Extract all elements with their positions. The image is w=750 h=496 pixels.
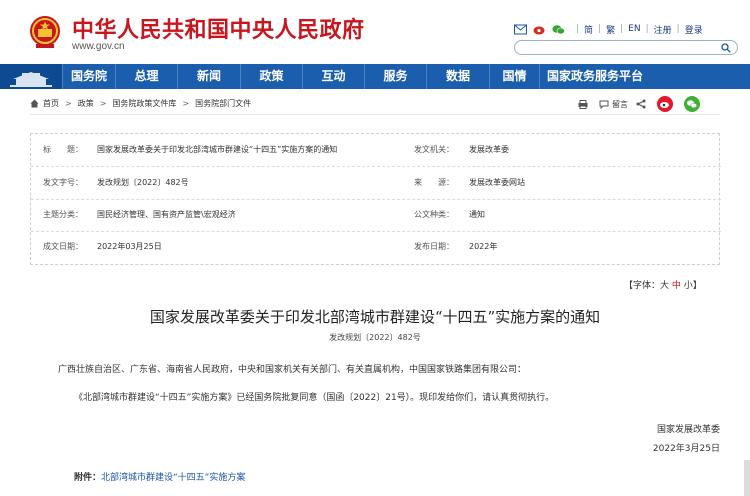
wechat-share-icon bbox=[684, 96, 700, 112]
weibo-share-button[interactable] bbox=[657, 96, 676, 112]
info-row-divider bbox=[31, 166, 721, 167]
doc-no-value: 发改规划〔2022〕482号 bbox=[97, 178, 189, 187]
font-size-large[interactable]: 大 bbox=[660, 281, 669, 291]
comment-button[interactable]: 留言 bbox=[599, 99, 628, 110]
comment-label: 留言 bbox=[612, 99, 628, 109]
nav-item-policy[interactable]: 政策 bbox=[240, 64, 302, 89]
link-english[interactable]: EN bbox=[628, 24, 640, 34]
topic-value: 国民经济管理、国有资产监管\宏观经济 bbox=[97, 210, 236, 219]
issuer-label: 发文机关： bbox=[414, 145, 454, 154]
search-icon[interactable] bbox=[721, 43, 731, 53]
link-simplified[interactable]: 简 bbox=[584, 23, 593, 36]
written-date-label: 成文日期： bbox=[43, 242, 83, 251]
top-links: | 简 | 繁 | EN | 注册 | 登录 bbox=[514, 22, 703, 36]
attachment: 附件：北部湾城市群建设“十四五”实施方案 bbox=[74, 470, 245, 483]
document-info-table: 标 题： 国家发展改革委关于印发北部湾城市群建设“十四五”实施方案的通知 发文机… bbox=[30, 133, 721, 265]
link-register[interactable]: 注册 bbox=[654, 23, 672, 36]
article-tools: 留言 bbox=[578, 96, 711, 112]
nav-item-data[interactable]: 数据 bbox=[426, 64, 489, 89]
search-input[interactable] bbox=[523, 46, 723, 60]
print-button[interactable] bbox=[578, 99, 591, 109]
print-icon bbox=[578, 99, 588, 109]
issuer-value: 发展改革委 bbox=[469, 145, 509, 154]
attachment-label: 附件： bbox=[74, 473, 102, 483]
document-number: 发改规划〔2022〕482号 bbox=[329, 333, 421, 342]
breadcrumb-policy-library[interactable]: 国务院政策文件库 bbox=[112, 98, 176, 109]
wechat-icon[interactable] bbox=[552, 24, 565, 35]
published-date-label: 发布日期： bbox=[414, 242, 454, 251]
font-size-small[interactable]: 小 bbox=[684, 281, 693, 291]
font-size-prefix: 【字体： bbox=[624, 281, 661, 291]
topic-label: 主题分类： bbox=[43, 210, 83, 219]
source-value: 发展改革委网站 bbox=[469, 178, 525, 187]
document-addressee: 广西壮族自治区、广东省、海南省人民政府，中央和国家机关有关部门、有关直属机构，中… bbox=[58, 365, 527, 375]
nav-item-news[interactable]: 新闻 bbox=[177, 64, 240, 89]
weibo-share-icon bbox=[657, 96, 673, 112]
site-header: 中华人民共和国中央人民政府 www.gov.cn | 简 | 繁 | EN | … bbox=[0, 0, 750, 64]
nav-item-premier[interactable]: 总理 bbox=[115, 64, 177, 89]
main-nav: 国务院 总理 新闻 政策 互动 服务 数据 国情 国家政务服务平台 bbox=[0, 64, 750, 89]
doc-no-label: 发文字号： bbox=[43, 178, 83, 187]
nav-item-interaction[interactable]: 互动 bbox=[302, 64, 364, 89]
site-url: www.gov.cn bbox=[72, 41, 125, 52]
comment-icon bbox=[599, 100, 609, 109]
info-row-divider bbox=[31, 231, 721, 232]
document-signer: 国家发展改革委 bbox=[656, 425, 720, 435]
home-icon bbox=[30, 99, 39, 108]
type-value: 通知 bbox=[469, 210, 485, 219]
share-button[interactable] bbox=[636, 99, 649, 109]
font-size-switcher: 【字体：大 中 小】 bbox=[624, 278, 702, 291]
attachment-link[interactable]: 北部湾城市群建设“十四五”实施方案 bbox=[101, 473, 245, 483]
nav-item-state-council[interactable]: 国务院 bbox=[62, 64, 115, 89]
document-date: 2022年3月25日 bbox=[652, 444, 720, 454]
nav-item-national-info[interactable]: 国情 bbox=[489, 64, 539, 89]
weibo-icon[interactable] bbox=[533, 24, 546, 35]
nav-item-services[interactable]: 服务 bbox=[364, 64, 426, 89]
title-label: 标 题： bbox=[43, 145, 83, 154]
published-date-value: 2022年 bbox=[469, 242, 498, 251]
source-label: 来 源： bbox=[414, 178, 454, 187]
nav-item-gov-service-platform[interactable]: 国家政务服务平台 bbox=[539, 64, 650, 89]
mail-icon[interactable] bbox=[514, 24, 527, 35]
font-size-suffix: 】 bbox=[692, 281, 702, 291]
link-traditional[interactable]: 繁 bbox=[606, 23, 615, 36]
share-icon bbox=[636, 99, 646, 109]
site-title[interactable]: 中华人民共和国中央人民政府 bbox=[72, 12, 365, 44]
tiananmen-logo-icon[interactable] bbox=[0, 64, 62, 89]
font-size-medium[interactable]: 中 bbox=[672, 281, 681, 291]
wechat-share-button[interactable] bbox=[684, 96, 703, 112]
breadcrumb-department-files[interactable]: 国务院部门文件 bbox=[195, 98, 251, 109]
national-emblem-icon[interactable] bbox=[28, 14, 62, 50]
info-row-divider bbox=[31, 199, 721, 200]
breadcrumb-divider bbox=[30, 114, 720, 115]
scrollbar[interactable] bbox=[744, 460, 750, 496]
search-box bbox=[514, 40, 738, 60]
breadcrumb: 首页 > 政策 > 国务院政策文件库 > 国务院部门文件 bbox=[30, 98, 251, 109]
breadcrumb-policy[interactable]: 政策 bbox=[78, 98, 94, 109]
written-date-value: 2022年03月25日 bbox=[97, 242, 162, 251]
title-value: 国家发展改革委关于印发北部湾城市群建设“十四五”实施方案的通知 bbox=[97, 145, 338, 154]
link-login[interactable]: 登录 bbox=[685, 23, 703, 36]
document-paragraph: 《北部湾城市群建设“十四五”实施方案》已经国务院批复同意（国函〔2022〕21号… bbox=[74, 393, 555, 403]
breadcrumb-home[interactable]: 首页 bbox=[43, 98, 59, 109]
document-title: 国家发展改革委关于印发北部湾城市群建设“十四五”实施方案的通知 bbox=[149, 308, 601, 326]
type-label: 公文种类： bbox=[414, 210, 454, 219]
